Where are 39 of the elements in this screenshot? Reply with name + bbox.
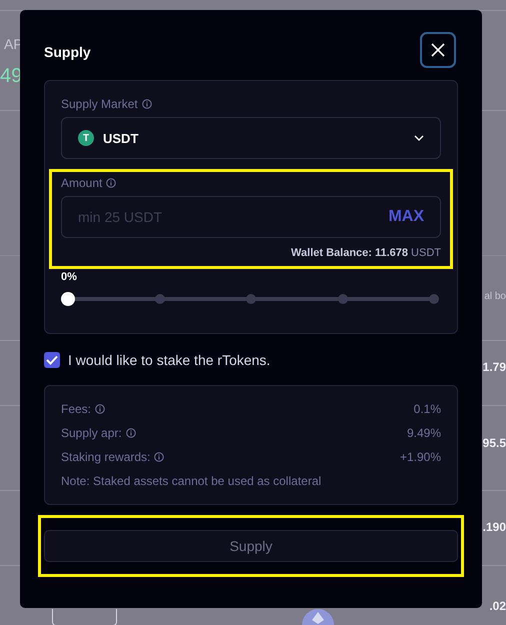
slider-stop[interactable]	[154, 294, 164, 304]
detail-value: +1.90%	[400, 450, 441, 464]
selected-token: USDT	[103, 130, 140, 146]
slider-reading: 0%	[61, 271, 78, 283]
close-icon	[431, 43, 445, 57]
checkbox-label: I would like to stake the rTokens.	[68, 352, 270, 368]
detail-label: Staking rewards:	[61, 450, 150, 464]
wallet-balance: Wallet Balance: 11.678	[291, 247, 408, 259]
info-icon	[106, 178, 116, 188]
detail-value: 0.1%	[414, 402, 441, 416]
button-outline[interactable]	[52, 609, 117, 625]
field-label: Supply Market	[61, 97, 138, 111]
field-label: Amount	[61, 176, 102, 190]
token-icon: T	[78, 130, 94, 146]
balance-unit: USDT	[411, 247, 441, 259]
info-icon	[142, 99, 152, 109]
slider-stop[interactable]	[338, 294, 348, 304]
dialog-title: Supply	[44, 44, 91, 60]
slider-track[interactable]	[61, 292, 441, 306]
checkbox[interactable]	[44, 352, 60, 368]
amount-field[interactable]: min 25 USDT MAX	[61, 196, 441, 238]
slider-stop[interactable]	[429, 294, 439, 304]
slider-stop[interactable]	[246, 294, 256, 304]
market-dropdown[interactable]: T USDT	[61, 117, 441, 159]
background-text: .190	[482, 519, 506, 536]
detail-label: Supply apr:	[61, 426, 122, 440]
background-text: 1.79	[482, 359, 506, 376]
background-text: 95.5	[482, 435, 506, 452]
detail-label: Fees:	[61, 402, 92, 416]
check-icon	[46, 355, 58, 365]
background-text: .02	[489, 598, 506, 615]
background-text: al bo	[484, 290, 506, 304]
close-button[interactable]	[420, 32, 456, 68]
note-text: Note: Staked assets cannot be used as collateral	[61, 474, 322, 488]
max-button[interactable]: MAX	[388, 208, 424, 226]
chevron-down-icon	[414, 135, 424, 141]
coin-icon	[302, 609, 334, 625]
slider-thumb[interactable]	[61, 292, 75, 306]
detail-value: 9.49%	[406, 426, 441, 440]
